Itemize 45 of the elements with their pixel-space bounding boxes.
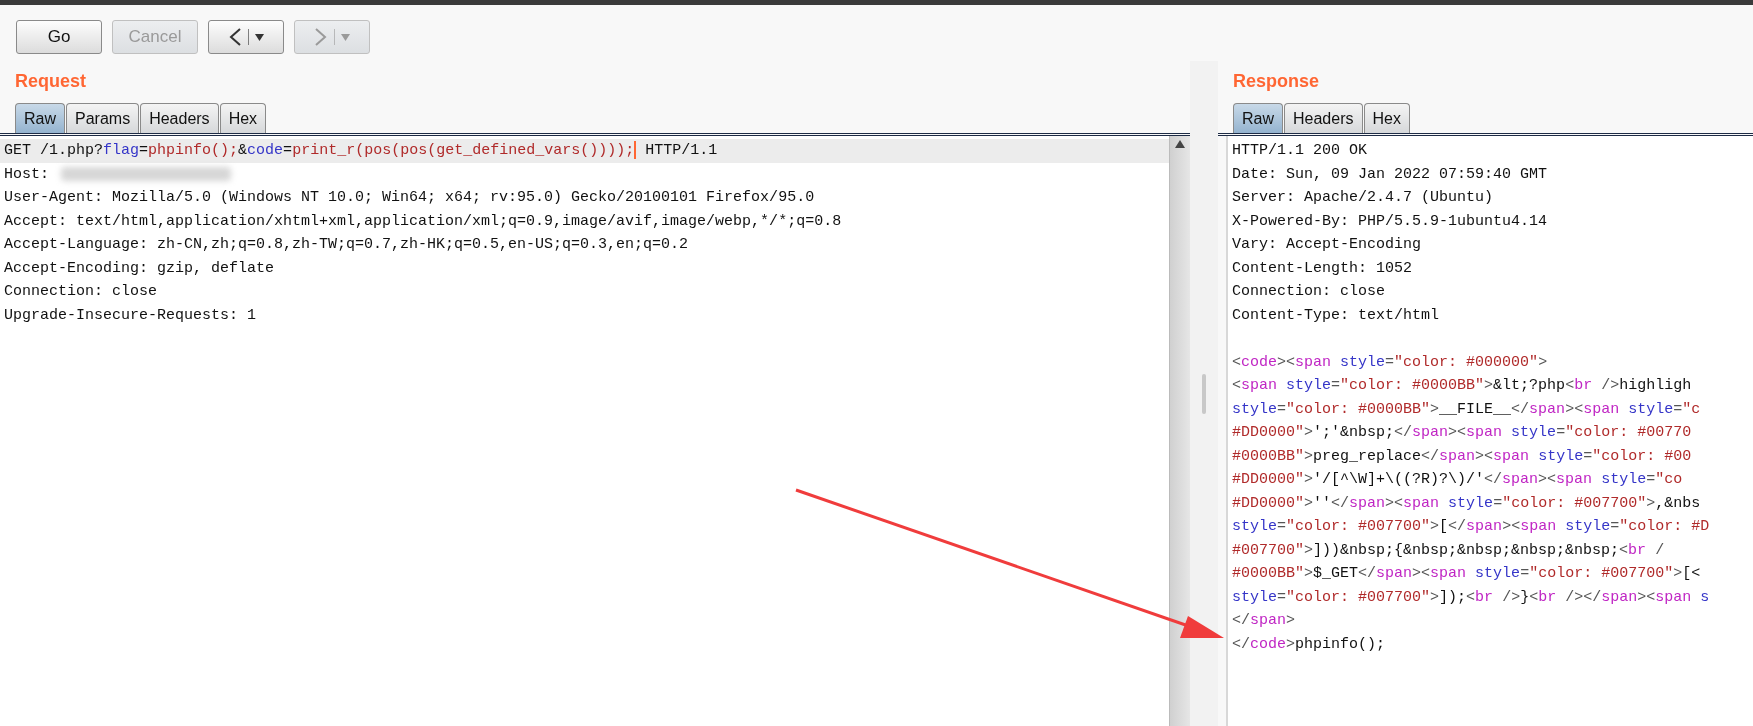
code-line: Accept-Language: zh-CN,zh;q=0.8,zh-TW;q=0.7,zh-HK;q=0.5,en-US;q=0.3,en;q=0.2 — [3, 235, 690, 255]
code-line: <span style="color: #0000BB">&lt;?php<br />highligh — [1231, 376, 1693, 396]
tab[interactable]: Raw — [15, 103, 65, 133]
code-line: <code><span style="color: #000000"> — [1231, 352, 1549, 373]
code-line: #DD0000">'/[^\W]+\((?R)?\)/'</span><span style="co — [1231, 470, 1684, 490]
code-line: #0000BB">preg_replace</span><span style="color: #00 — [1231, 446, 1693, 467]
code-line: Content-Type: text/html — [1231, 305, 1441, 326]
code-line: User-Agent: Mozilla/5.0 (Windows NT 10.0; Win64; x64; rv:95.0) Gecko/20100101 Firefox/95.0 — [3, 188, 816, 208]
tab[interactable]: Headers — [140, 103, 219, 133]
request-title: Request — [14, 70, 87, 93]
code-line: Accept-Encoding: gzip, deflate — [3, 258, 276, 279]
back-button[interactable] — [208, 20, 284, 54]
caret-icon — [255, 33, 264, 41]
go-button[interactable]: Go — [16, 20, 102, 54]
code-line: #DD0000">';'&nbsp;</span><span style="color: #00770 — [1231, 423, 1693, 443]
chevron-left-icon — [228, 27, 242, 47]
code-line: #DD0000">''</span><span style="color: #007700">,&nbs — [1231, 493, 1702, 514]
tab[interactable]: Hex — [1363, 103, 1410, 133]
code-line: style="color: #0000BB">__FILE__</span><span style="c — [1231, 399, 1702, 420]
code-line: </code>phpinfo(); — [1231, 634, 1387, 655]
code-line: Connection: close — [1231, 282, 1387, 302]
code-line: #0000BB">$_GET</span><span style="color: #007700">[< — [1231, 564, 1702, 584]
tab[interactable]: Headers — [1284, 103, 1363, 133]
code-line: style="color: #007700">]);<br />}<br /></span><span s — [1231, 587, 1711, 608]
code-line: X-Powered-By: PHP/5.5.9-1ubuntu4.14 — [1231, 211, 1549, 232]
up-arrow-icon[interactable] — [1175, 140, 1185, 148]
text-cursor — [634, 141, 637, 160]
tab[interactable]: Hex — [219, 103, 267, 133]
code-line: style="color: #007700">[</span><span style="color: #D — [1231, 517, 1711, 537]
tab[interactable]: Params — [66, 103, 140, 133]
code-line: Server: Apache/2.4.7 (Ubuntu) — [1231, 188, 1495, 208]
caret-icon — [341, 33, 350, 41]
code-line: Host: — [3, 164, 49, 185]
response-title: Response — [1232, 70, 1321, 93]
code-line: HTTP/1.1 200 OK — [1231, 141, 1369, 161]
code-line: Content-Length: 1052 — [1231, 258, 1414, 279]
code-line: #007700">]))&nbsp;{&nbsp;&nbsp;&nbsp;&nbsp;<br / — [1231, 540, 1666, 561]
tab[interactable]: Raw — [1233, 103, 1283, 133]
code-line: Connection: close — [3, 282, 159, 302]
chevron-right-icon — [314, 27, 328, 47]
code-line: Date: Sun, 09 Jan 2022 07:59:40 GMT — [1231, 164, 1549, 185]
code-line: Vary: Accept-Encoding — [1231, 235, 1423, 255]
code-line: </span> — [1231, 611, 1297, 631]
code-line: Upgrade-Insecure-Requests: 1 — [3, 305, 258, 326]
code-line: Accept: text/html,application/xhtml+xml,application/xml;q=0.9,image/avif,image/webp,*/*;q=0.8 — [3, 211, 843, 232]
